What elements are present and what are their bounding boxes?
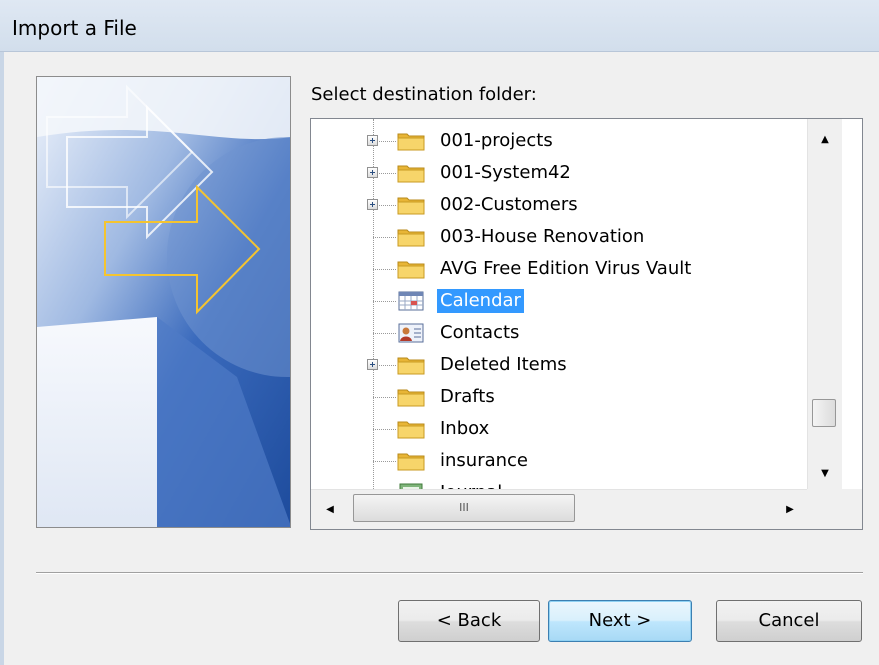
- expand-plus-icon[interactable]: [367, 167, 378, 178]
- tree-item-label[interactable]: AVG Free Edition Virus Vault: [437, 257, 694, 281]
- tree-item-label[interactable]: Journal: [437, 481, 505, 489]
- scrollbar-corner: [807, 489, 862, 529]
- tree-item-label[interactable]: Deleted Items: [437, 353, 570, 377]
- tree-item-label[interactable]: 003-House Renovation: [437, 225, 647, 249]
- scroll-up-arrow-icon[interactable]: ▲: [808, 125, 842, 155]
- tree-item[interactable]: 002-Customers: [311, 189, 807, 221]
- tree-item[interactable]: insurance: [311, 445, 807, 477]
- back-button[interactable]: < Back: [398, 600, 540, 642]
- tree-item[interactable]: Deleted Items: [311, 349, 807, 381]
- tree-connector-line: [373, 269, 396, 270]
- folder-icon: [397, 451, 425, 471]
- horizontal-scrollbar[interactable]: ◀ III ▶: [311, 489, 807, 529]
- tree-item[interactable]: Calendar: [311, 285, 807, 317]
- destination-folder-label: Select destination folder:: [311, 84, 537, 105]
- tree-connector-line: [379, 173, 396, 174]
- folder-icon: [397, 419, 425, 439]
- tree-item-label[interactable]: Contacts: [437, 321, 522, 345]
- folder-icon: [397, 259, 425, 279]
- footer-divider: [36, 572, 863, 574]
- tree-item-label[interactable]: Inbox: [437, 417, 492, 441]
- tree-connector-line: [379, 141, 396, 142]
- tree-connector-line: [373, 429, 396, 430]
- tree-connector-line: [373, 237, 396, 238]
- expand-plus-icon[interactable]: [367, 199, 378, 210]
- window-left-border: [0, 0, 4, 665]
- tree-connector-line: [373, 461, 396, 462]
- tree-item[interactable]: 003-House Renovation: [311, 221, 807, 253]
- tree-item-label[interactable]: insurance: [437, 449, 531, 473]
- folder-tree-content: 001-projects 001-System42 002-Customers 003…: [311, 119, 807, 489]
- folder-tree[interactable]: 001-projects 001-System42 002-Customers 003…: [310, 118, 863, 530]
- scroll-right-arrow-icon[interactable]: ▶: [775, 490, 805, 529]
- contacts-icon: [397, 323, 425, 343]
- tree-item[interactable]: AVG Free Edition Virus Vault: [311, 253, 807, 285]
- tree-connector-line: [379, 205, 396, 206]
- scroll-grip-icon: III: [459, 501, 469, 514]
- folder-icon: [397, 131, 425, 151]
- folder-icon: [397, 387, 425, 407]
- tree-item[interactable]: Drafts: [311, 381, 807, 413]
- tree-connector-line: [379, 365, 396, 366]
- tree-item[interactable]: 001-projects: [311, 125, 807, 157]
- vertical-scrollbar[interactable]: ▲ ▼: [807, 119, 842, 489]
- vertical-scroll-thumb[interactable]: [812, 399, 836, 427]
- wizard-banner-image: [36, 76, 291, 528]
- folder-icon: [397, 195, 425, 215]
- window-title: Import a File: [12, 16, 137, 40]
- tree-item[interactable]: Inbox: [311, 413, 807, 445]
- tree-item[interactable]: Journal: [311, 477, 807, 489]
- tree-item[interactable]: 001-System42: [311, 157, 807, 189]
- expand-plus-icon[interactable]: [367, 135, 378, 146]
- tree-connector-line: [373, 397, 396, 398]
- tree-connector-line: [373, 301, 396, 302]
- tree-item-label[interactable]: 002-Customers: [437, 193, 581, 217]
- tree-item-label[interactable]: 001-System42: [437, 161, 574, 185]
- scroll-left-arrow-icon[interactable]: ◀: [315, 490, 345, 529]
- folder-icon: [397, 163, 425, 183]
- cancel-button[interactable]: Cancel: [716, 600, 862, 642]
- tree-connector-line: [373, 333, 396, 334]
- tree-item-label[interactable]: Calendar: [437, 289, 524, 313]
- horizontal-scroll-thumb[interactable]: III: [353, 494, 575, 522]
- calendar-icon: [397, 291, 425, 311]
- tree-item-label[interactable]: 001-projects: [437, 129, 556, 153]
- tree-item[interactable]: Contacts: [311, 317, 807, 349]
- title-bar[interactable]: Import a File: [0, 0, 879, 52]
- expand-plus-icon[interactable]: [367, 359, 378, 370]
- folder-icon: [397, 355, 425, 375]
- scroll-down-arrow-icon[interactable]: ▼: [808, 459, 842, 489]
- next-button[interactable]: Next >: [548, 600, 692, 642]
- tree-item-label[interactable]: Drafts: [437, 385, 498, 409]
- folder-icon: [397, 227, 425, 247]
